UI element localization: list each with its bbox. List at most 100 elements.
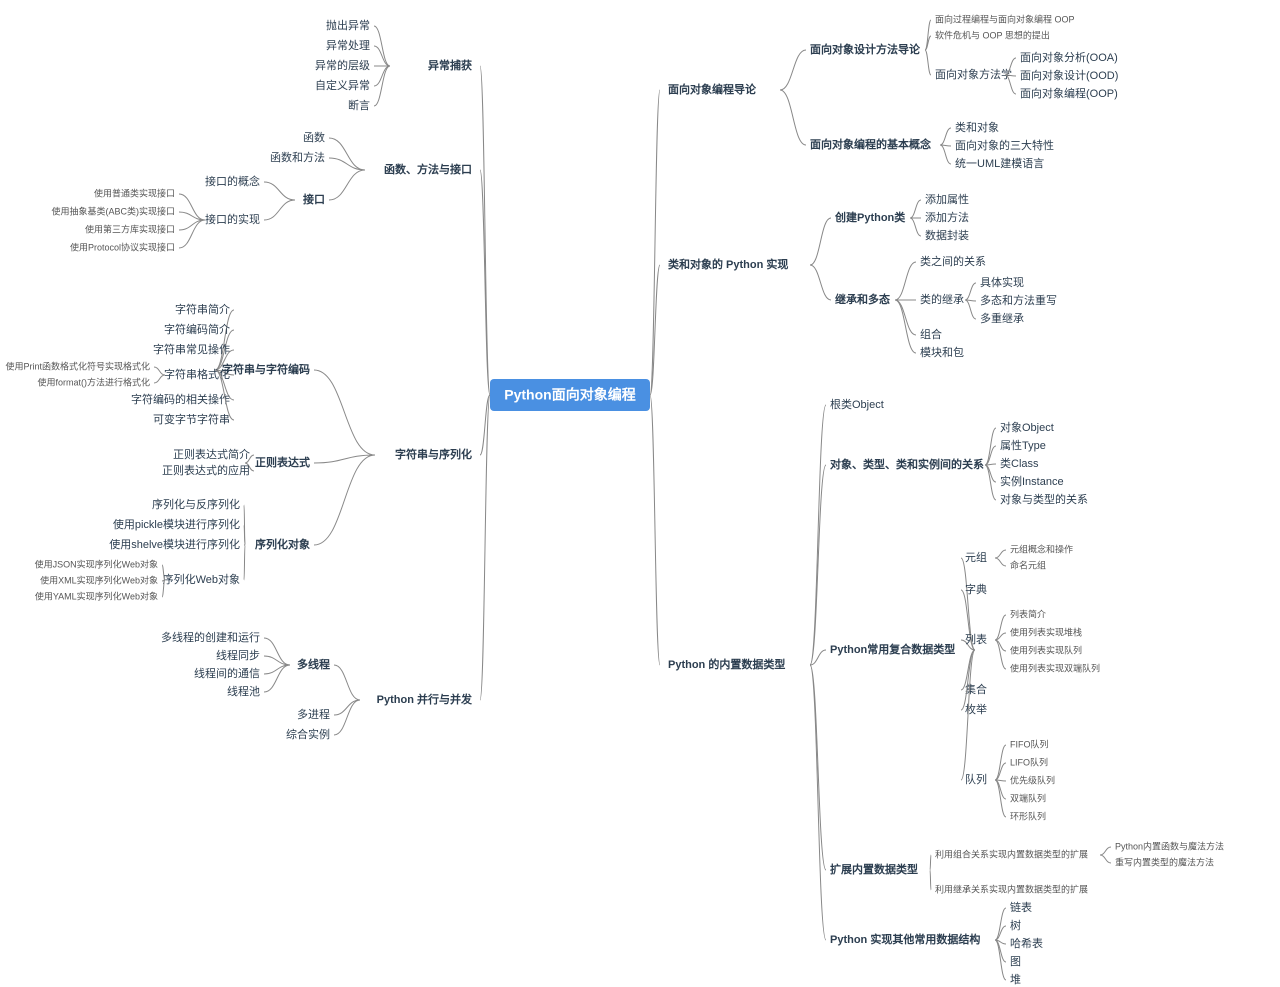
node: 使用pickle模块进行序列化 (113, 517, 240, 531)
leaf: 抛出异常 (326, 18, 370, 32)
node: 正则表达式 (255, 455, 310, 469)
leaf: 异常处理 (326, 39, 370, 52)
node: 面向对象编程的基本概念 (810, 137, 932, 151)
leaf: 对象与类型的关系 (1000, 492, 1088, 506)
leaf: LIFO队列 (1010, 756, 1048, 767)
node: 字符串简介 (175, 302, 230, 316)
leaf: 属性Type (1000, 438, 1046, 452)
leaf: 优先级队列 (1010, 774, 1055, 785)
leaf: 线程间的通信 (194, 666, 260, 680)
leaf: 线程同步 (216, 648, 260, 662)
leaf: 使用列表实现堆栈 (1010, 626, 1082, 637)
node: 接口的概念 (205, 174, 260, 188)
node: 序列化Web对象 (163, 572, 240, 586)
leaf: 添加属性 (925, 192, 969, 206)
node: 扩展内置数据类型 (830, 862, 918, 876)
node: Python常用复合数据类型 (830, 642, 955, 656)
leaf: 图 (1010, 955, 1021, 968)
left-branch: 字符串与序列化 (395, 447, 472, 461)
leaf: 实例Instance (1000, 474, 1064, 488)
leaf: 堆 (1010, 973, 1021, 986)
node: 利用组合关系实现内置数据类型的扩展 (935, 848, 1088, 859)
node: 面向对象设计方法导论 (810, 42, 921, 56)
leaf: 元组概念和操作 (1010, 543, 1073, 554)
leaf: 使用第三方库实现接口 (85, 223, 175, 234)
node: 集合 (965, 682, 987, 696)
leaf: 正则表达式的应用 (162, 463, 250, 477)
leaf: 自定义异常 (315, 78, 370, 92)
left-branch: Python 并行与并发 (377, 692, 473, 706)
node: 对象、类型、类和实例间的关系 (830, 457, 984, 471)
leaf: 树 (1010, 918, 1021, 932)
node: 函数和方法 (270, 150, 325, 164)
node: 使用shelve模块进行序列化 (109, 537, 240, 551)
node: 类之间的关系 (920, 254, 986, 268)
leaf: 面向对象分析(OOA) (1020, 50, 1118, 64)
node: 多进程 (297, 707, 330, 721)
leaf: FIFO队列 (1010, 738, 1049, 749)
node: 列表 (965, 632, 987, 646)
leaf: 多线程的创建和运行 (161, 630, 260, 644)
node: 字符串常见操作 (153, 342, 230, 356)
node: 队列 (965, 772, 987, 786)
leaf: 环形队列 (1010, 810, 1046, 821)
leaf: 使用format()方法进行格式化 (37, 376, 150, 387)
node: 根类Object (830, 397, 884, 411)
leaf: 面向对象的三大特性 (955, 138, 1054, 152)
leaf: 使用Protocol协议实现接口 (70, 241, 175, 252)
node: 软件危机与 OOP 思想的提出 (935, 29, 1050, 40)
leaf: 使用列表实现队列 (1010, 644, 1082, 655)
node: 综合实例 (286, 727, 330, 741)
leaf: 使用列表实现双端队列 (1010, 662, 1100, 673)
leaf: 使用JSON实现序列化Web对象 (35, 558, 158, 569)
leaf: 添加方法 (925, 210, 969, 224)
root-label: Python面向对象编程 (504, 387, 635, 403)
leaf: 类Class (1000, 456, 1039, 470)
node: 字符编码简介 (164, 322, 230, 336)
leaf: 正则表达式简介 (173, 447, 250, 461)
node: Python 实现其他常用数据结构 (830, 932, 980, 946)
leaf: 链表 (1010, 900, 1032, 914)
leaf: 列表简介 (1010, 608, 1046, 619)
mindmap-canvas: Python面向对象编程 异常捕获函数、方法与接口字符串与序列化 Python 并行… (0, 0, 1280, 987)
leaf: 具体实现 (980, 275, 1024, 289)
node: 利用继承关系实现内置数据类型的扩展 (935, 883, 1088, 894)
leaf: 使用YAML实现序列化Web对象 (35, 590, 158, 601)
leaf: 面向对象设计(OOD) (1020, 68, 1118, 82)
node: 字符串与字符编码 (222, 362, 310, 376)
node: 字符编码的相关操作 (131, 392, 230, 406)
right-branch: Python 的内置数据类型 (668, 657, 785, 671)
leaf: 命名元组 (1010, 559, 1046, 570)
leaf: 断言 (348, 98, 370, 112)
leaf: 使用普通类实现接口 (94, 187, 175, 198)
node: 接口的实现 (205, 212, 260, 226)
leaf: 面向对象编程(OOP) (1020, 86, 1118, 100)
node: 字典 (965, 582, 987, 596)
leaf: Python内置函数与魔法方法 (1115, 840, 1224, 851)
node: 接口 (303, 192, 325, 206)
node: 面向过程编程与面向对象编程 OOP (935, 13, 1075, 24)
node: 继承和多态 (835, 292, 890, 306)
node: 元组 (965, 550, 987, 564)
node: 序列化与反序列化 (152, 497, 240, 511)
leaf: 使用抽象基类(ABC类)实现接口 (51, 205, 175, 216)
right-branch: 面向对象编程导论 (668, 82, 757, 96)
leaf: 类和对象 (955, 120, 999, 134)
leaf: 线程池 (227, 684, 260, 698)
node: 类的继承 (920, 292, 964, 306)
leaf: 对象Object (1000, 420, 1054, 434)
leaf: 统一UML建模语言 (955, 156, 1044, 170)
left-branch: 异常捕获 (428, 58, 472, 72)
node: 组合 (920, 327, 942, 341)
leaf: 异常的层级 (315, 58, 370, 72)
leaf: 多重继承 (980, 311, 1024, 325)
node: 函数 (303, 131, 325, 144)
left-branch: 函数、方法与接口 (384, 162, 472, 176)
leaf: 重写内置类型的魔法方法 (1115, 856, 1214, 867)
leaf: 多态和方法重写 (980, 293, 1057, 307)
node: 可变字节字符串 (153, 412, 230, 426)
leaf: 使用XML实现序列化Web对象 (40, 574, 158, 585)
node: 面向对象方法学 (935, 67, 1012, 81)
leaf: 数据封装 (925, 228, 969, 242)
node: 多线程 (297, 657, 330, 671)
